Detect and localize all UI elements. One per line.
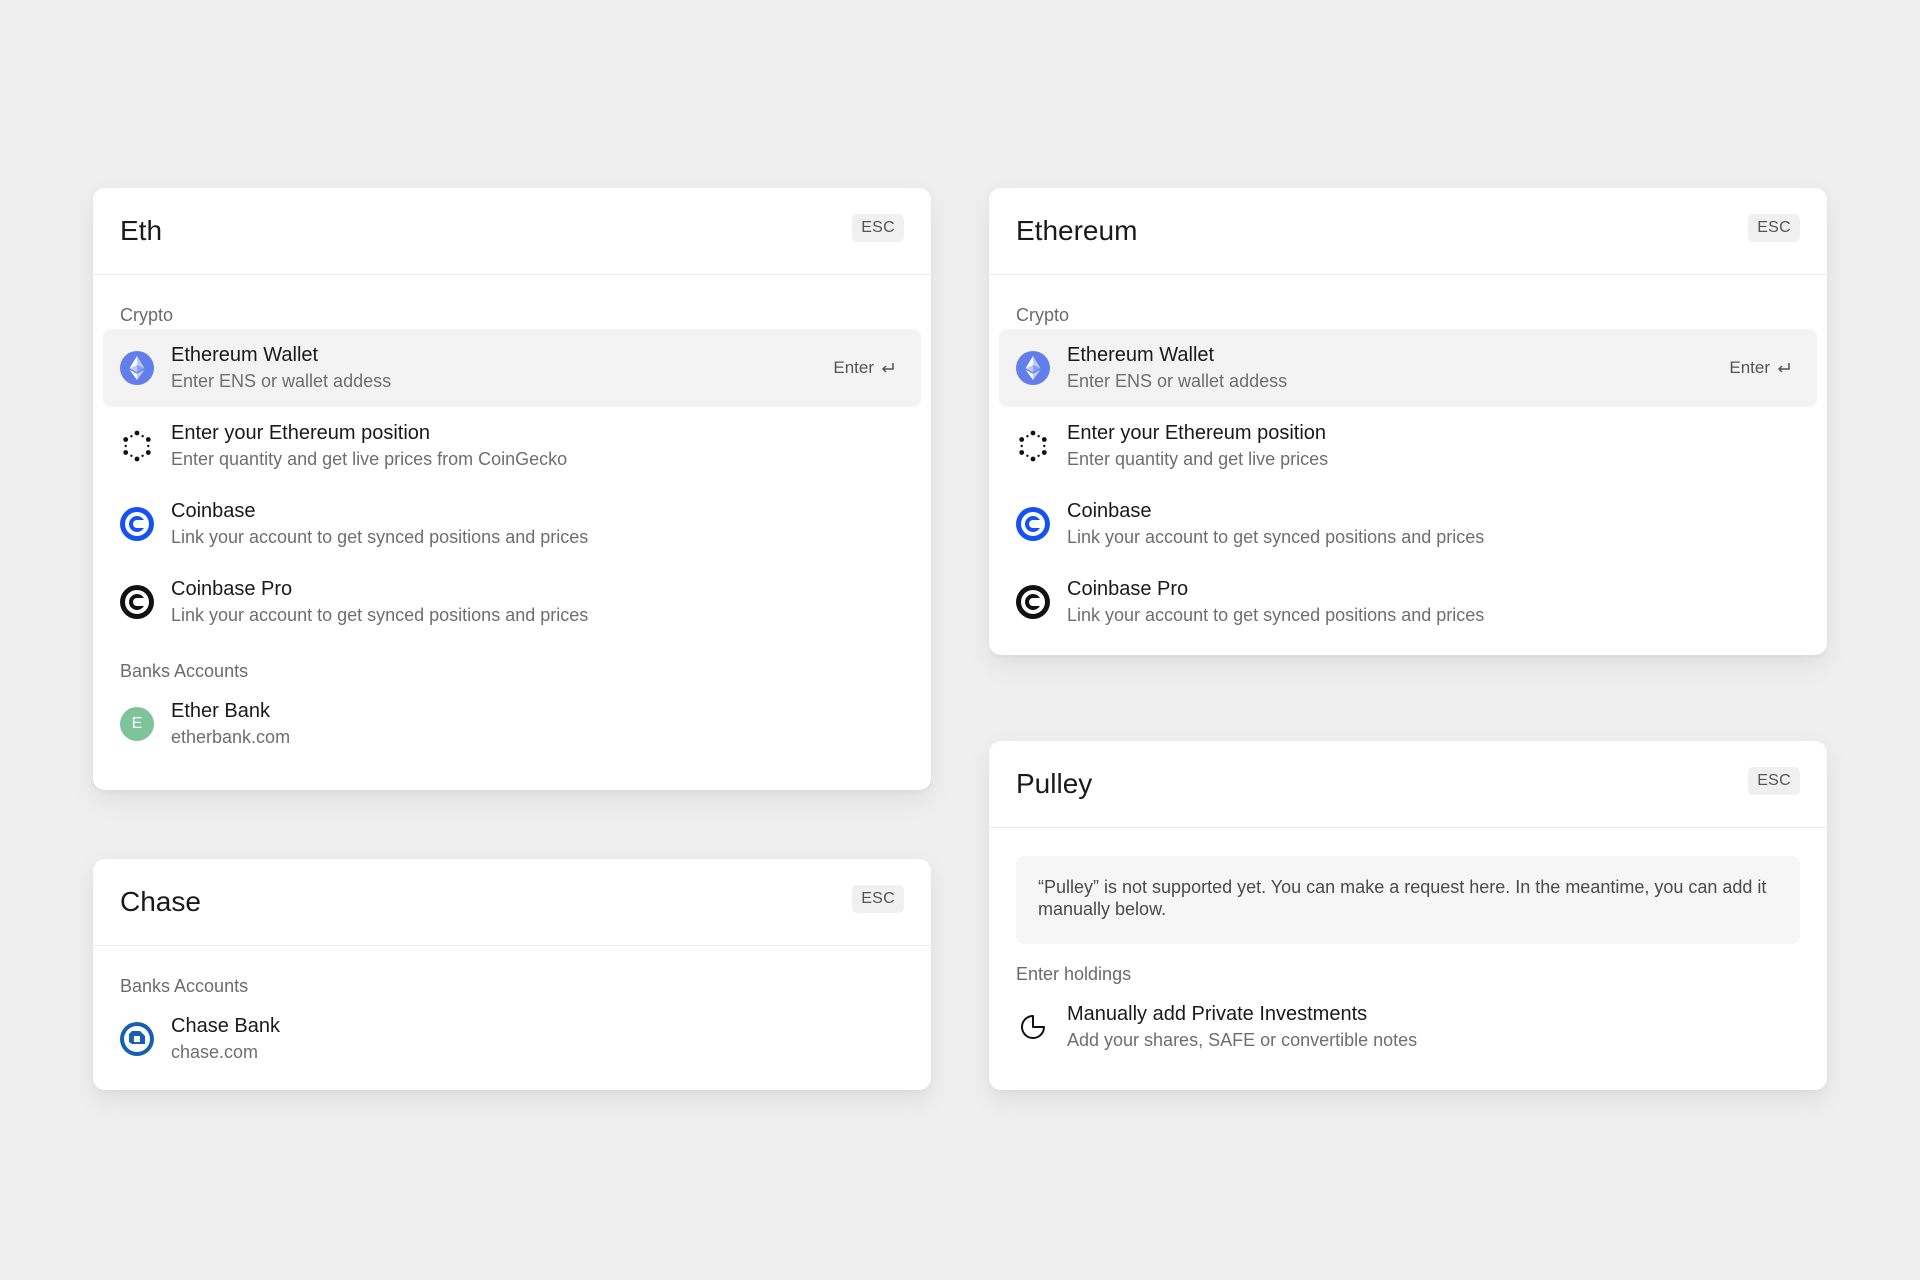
card-header: Ethereum ESC	[989, 188, 1827, 275]
search-card-ethereum: Ethereum ESC Crypto Ethereum Wallet Ente…	[989, 188, 1827, 655]
card-header: Eth ESC	[93, 188, 931, 275]
item-subtitle: Enter quantity and get live prices from …	[171, 449, 568, 469]
avatar: E	[120, 707, 154, 741]
section-label-banks: Banks Accounts	[120, 976, 249, 996]
enter-hint-label: Enter	[1729, 358, 1770, 377]
result-ethereum-wallet[interactable]: Ethereum Wallet Enter ENS or wallet adde…	[103, 329, 921, 407]
unsupported-notice: “Pulley” is not supported yet. You can m…	[1016, 856, 1800, 944]
ethereum-icon	[1016, 351, 1050, 385]
enter-hint: Enter	[833, 358, 896, 378]
search-query-title: Pulley	[1016, 768, 1093, 799]
item-subtitle: Link your account to get synced position…	[171, 527, 589, 547]
coinbase-icon	[120, 507, 154, 541]
results-list: “Pulley” is not supported yet. You can m…	[989, 828, 1827, 1084]
item-title: Coinbase Pro	[1067, 578, 1189, 600]
coinbase-pro-icon	[1016, 585, 1050, 619]
chase-icon	[120, 1022, 154, 1056]
esc-button[interactable]: ESC	[852, 214, 904, 242]
item-title: Ether Bank	[171, 700, 270, 722]
result-ethereum-wallet[interactable]: Ethereum Wallet Enter ENS or wallet adde…	[999, 329, 1817, 407]
return-key-icon	[1777, 363, 1790, 373]
coinbase-icon	[1016, 507, 1050, 541]
item-title: Coinbase	[1067, 500, 1152, 522]
result-coinbase[interactable]: Coinbase Link your account to get synced…	[999, 485, 1817, 563]
item-title: Chase Bank	[171, 1015, 280, 1037]
result-coinbase[interactable]: Coinbase Link your account to get synced…	[103, 485, 921, 563]
search-card-pulley: Pulley ESC “Pulley” is not supported yet…	[989, 741, 1827, 1090]
item-subtitle: chase.com	[171, 1042, 259, 1062]
results-list: Banks Accounts Chase Bank chase.com	[93, 946, 931, 1090]
return-key-icon	[881, 363, 894, 373]
search-card-chase: Chase ESC Banks Accounts Chase Bank chas…	[93, 859, 931, 1090]
result-coinbase-pro[interactable]: Coinbase Pro Link your account to get sy…	[999, 563, 1817, 641]
section-label-banks: Banks Accounts	[120, 661, 249, 681]
item-subtitle: Enter ENS or wallet addess	[1067, 371, 1288, 391]
item-subtitle: Link your account to get synced position…	[1067, 527, 1485, 547]
section-label-crypto: Crypto	[1016, 305, 1070, 325]
card-header: Pulley ESC	[989, 741, 1827, 828]
result-manual-private-investments[interactable]: Manually add Private Investments Add you…	[999, 988, 1817, 1066]
result-ethereum-position[interactable]: Enter your Ethereum position Enter quant…	[103, 407, 921, 485]
card-header: Chase ESC	[93, 859, 931, 946]
coinbase-pro-icon	[120, 585, 154, 619]
item-title: Manually add Private Investments	[1067, 1003, 1368, 1025]
search-query-title: Eth	[120, 215, 163, 246]
result-ethereum-position[interactable]: Enter your Ethereum position Enter quant…	[999, 407, 1817, 485]
enter-hint-label: Enter	[833, 358, 874, 377]
result-ether-bank[interactable]: E Ether Bank etherbank.com	[103, 685, 921, 763]
results-list: Crypto Ethereum Wallet Enter ENS or wall…	[989, 275, 1827, 655]
result-chase-bank[interactable]: Chase Bank chase.com	[103, 1000, 921, 1078]
section-label-holdings: Enter holdings	[1016, 964, 1132, 984]
item-subtitle: Link your account to get synced position…	[1067, 605, 1485, 625]
enter-hint: Enter	[1729, 358, 1792, 378]
dotted-hexagon-icon	[120, 429, 154, 463]
search-query-title: Ethereum	[1016, 215, 1138, 246]
esc-button[interactable]: ESC	[1748, 214, 1800, 242]
search-card-eth: Eth ESC Crypto Ethereum Wallet Enter ENS…	[93, 188, 931, 790]
dotted-hexagon-icon	[1016, 429, 1050, 463]
ethereum-icon	[120, 351, 154, 385]
item-title: Enter your Ethereum position	[171, 422, 431, 444]
item-title: Coinbase Pro	[171, 578, 293, 600]
pie-chart-icon	[1016, 1010, 1050, 1044]
results-list: Crypto Ethereum Wallet Enter ENS or wall…	[93, 275, 931, 781]
search-query-title: Chase	[120, 886, 201, 917]
item-subtitle: Enter ENS or wallet addess	[171, 371, 392, 391]
item-title: Ethereum Wallet	[1067, 344, 1215, 366]
esc-button[interactable]: ESC	[852, 885, 904, 913]
item-subtitle: Enter quantity and get live prices	[1067, 449, 1329, 469]
item-title: Ethereum Wallet	[171, 344, 319, 366]
result-coinbase-pro[interactable]: Coinbase Pro Link your account to get sy…	[103, 563, 921, 641]
item-title: Enter your Ethereum position	[1067, 422, 1327, 444]
section-label-crypto: Crypto	[120, 305, 174, 325]
letter-avatar-icon: E	[120, 707, 154, 741]
item-subtitle: Add your shares, SAFE or convertible not…	[1067, 1030, 1418, 1050]
item-subtitle: Link your account to get synced position…	[171, 605, 589, 625]
item-title: Coinbase	[171, 500, 256, 522]
item-subtitle: etherbank.com	[171, 727, 291, 747]
esc-button[interactable]: ESC	[1748, 767, 1800, 795]
